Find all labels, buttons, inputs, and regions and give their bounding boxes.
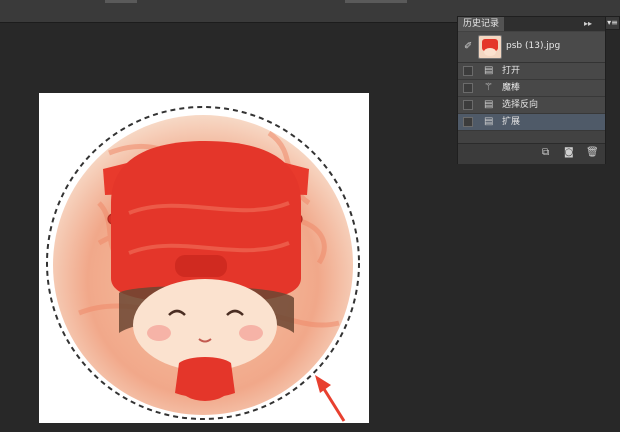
snapshot-thumbnail [478,35,502,59]
step-source-checkbox[interactable] [463,66,473,76]
history-snapshot[interactable]: ✐ psb (13).jpg [458,32,605,63]
toolbar-segment [345,0,407,3]
history-panel-footer: ⧉ ◙ 🗑 [458,143,605,164]
new-document-from-state-icon[interactable]: ⧉ [542,147,549,159]
history-brush-icon[interactable]: ✐ [464,41,472,52]
panel-tab-bar: 历史记录 ▸▸ [458,17,605,31]
red-arrow-annotation [315,375,346,422]
panel-menu-icon[interactable]: ▾≡ [605,16,620,30]
snapshot-label: psb (13).jpg [506,41,561,51]
history-step-expand[interactable]: ▤ 扩展 [458,114,605,131]
document-icon: ▤ [484,65,494,76]
document-canvas[interactable] [39,93,369,423]
step-source-checkbox[interactable] [463,83,473,93]
document-icon: ▤ [484,116,494,127]
step-label: 打开 [502,66,521,76]
history-step-open[interactable]: ▤ 打开 [458,63,605,80]
document-icon: ▤ [484,99,494,110]
step-label: 选择反向 [502,100,539,110]
collapse-panel-icon[interactable]: ▸▸ [584,18,592,30]
step-source-checkbox[interactable] [463,100,473,110]
history-step-magic-wand[interactable]: ⚚ 魔棒 [458,80,605,97]
camera-icon[interactable]: ◙ [564,147,574,159]
toolbar-segment [105,0,137,3]
hat-body [111,141,301,303]
magic-wand-icon: ⚚ [484,82,493,93]
step-label: 魔棒 [502,83,521,93]
history-panel: 历史记录 ▸▸ ✐ psb (13).jpg ▤ 打开 ⚚ 魔棒 ▤ 选择反向 … [457,16,606,164]
hat-emblem [175,255,227,277]
tab-history[interactable]: 历史记录 [458,17,505,31]
step-label: 扩展 [502,117,521,127]
illustration [46,106,360,422]
trash-icon[interactable]: 🗑 [586,147,599,159]
history-step-inverse[interactable]: ▤ 选择反向 [458,97,605,114]
step-source-checkbox[interactable] [463,117,473,127]
